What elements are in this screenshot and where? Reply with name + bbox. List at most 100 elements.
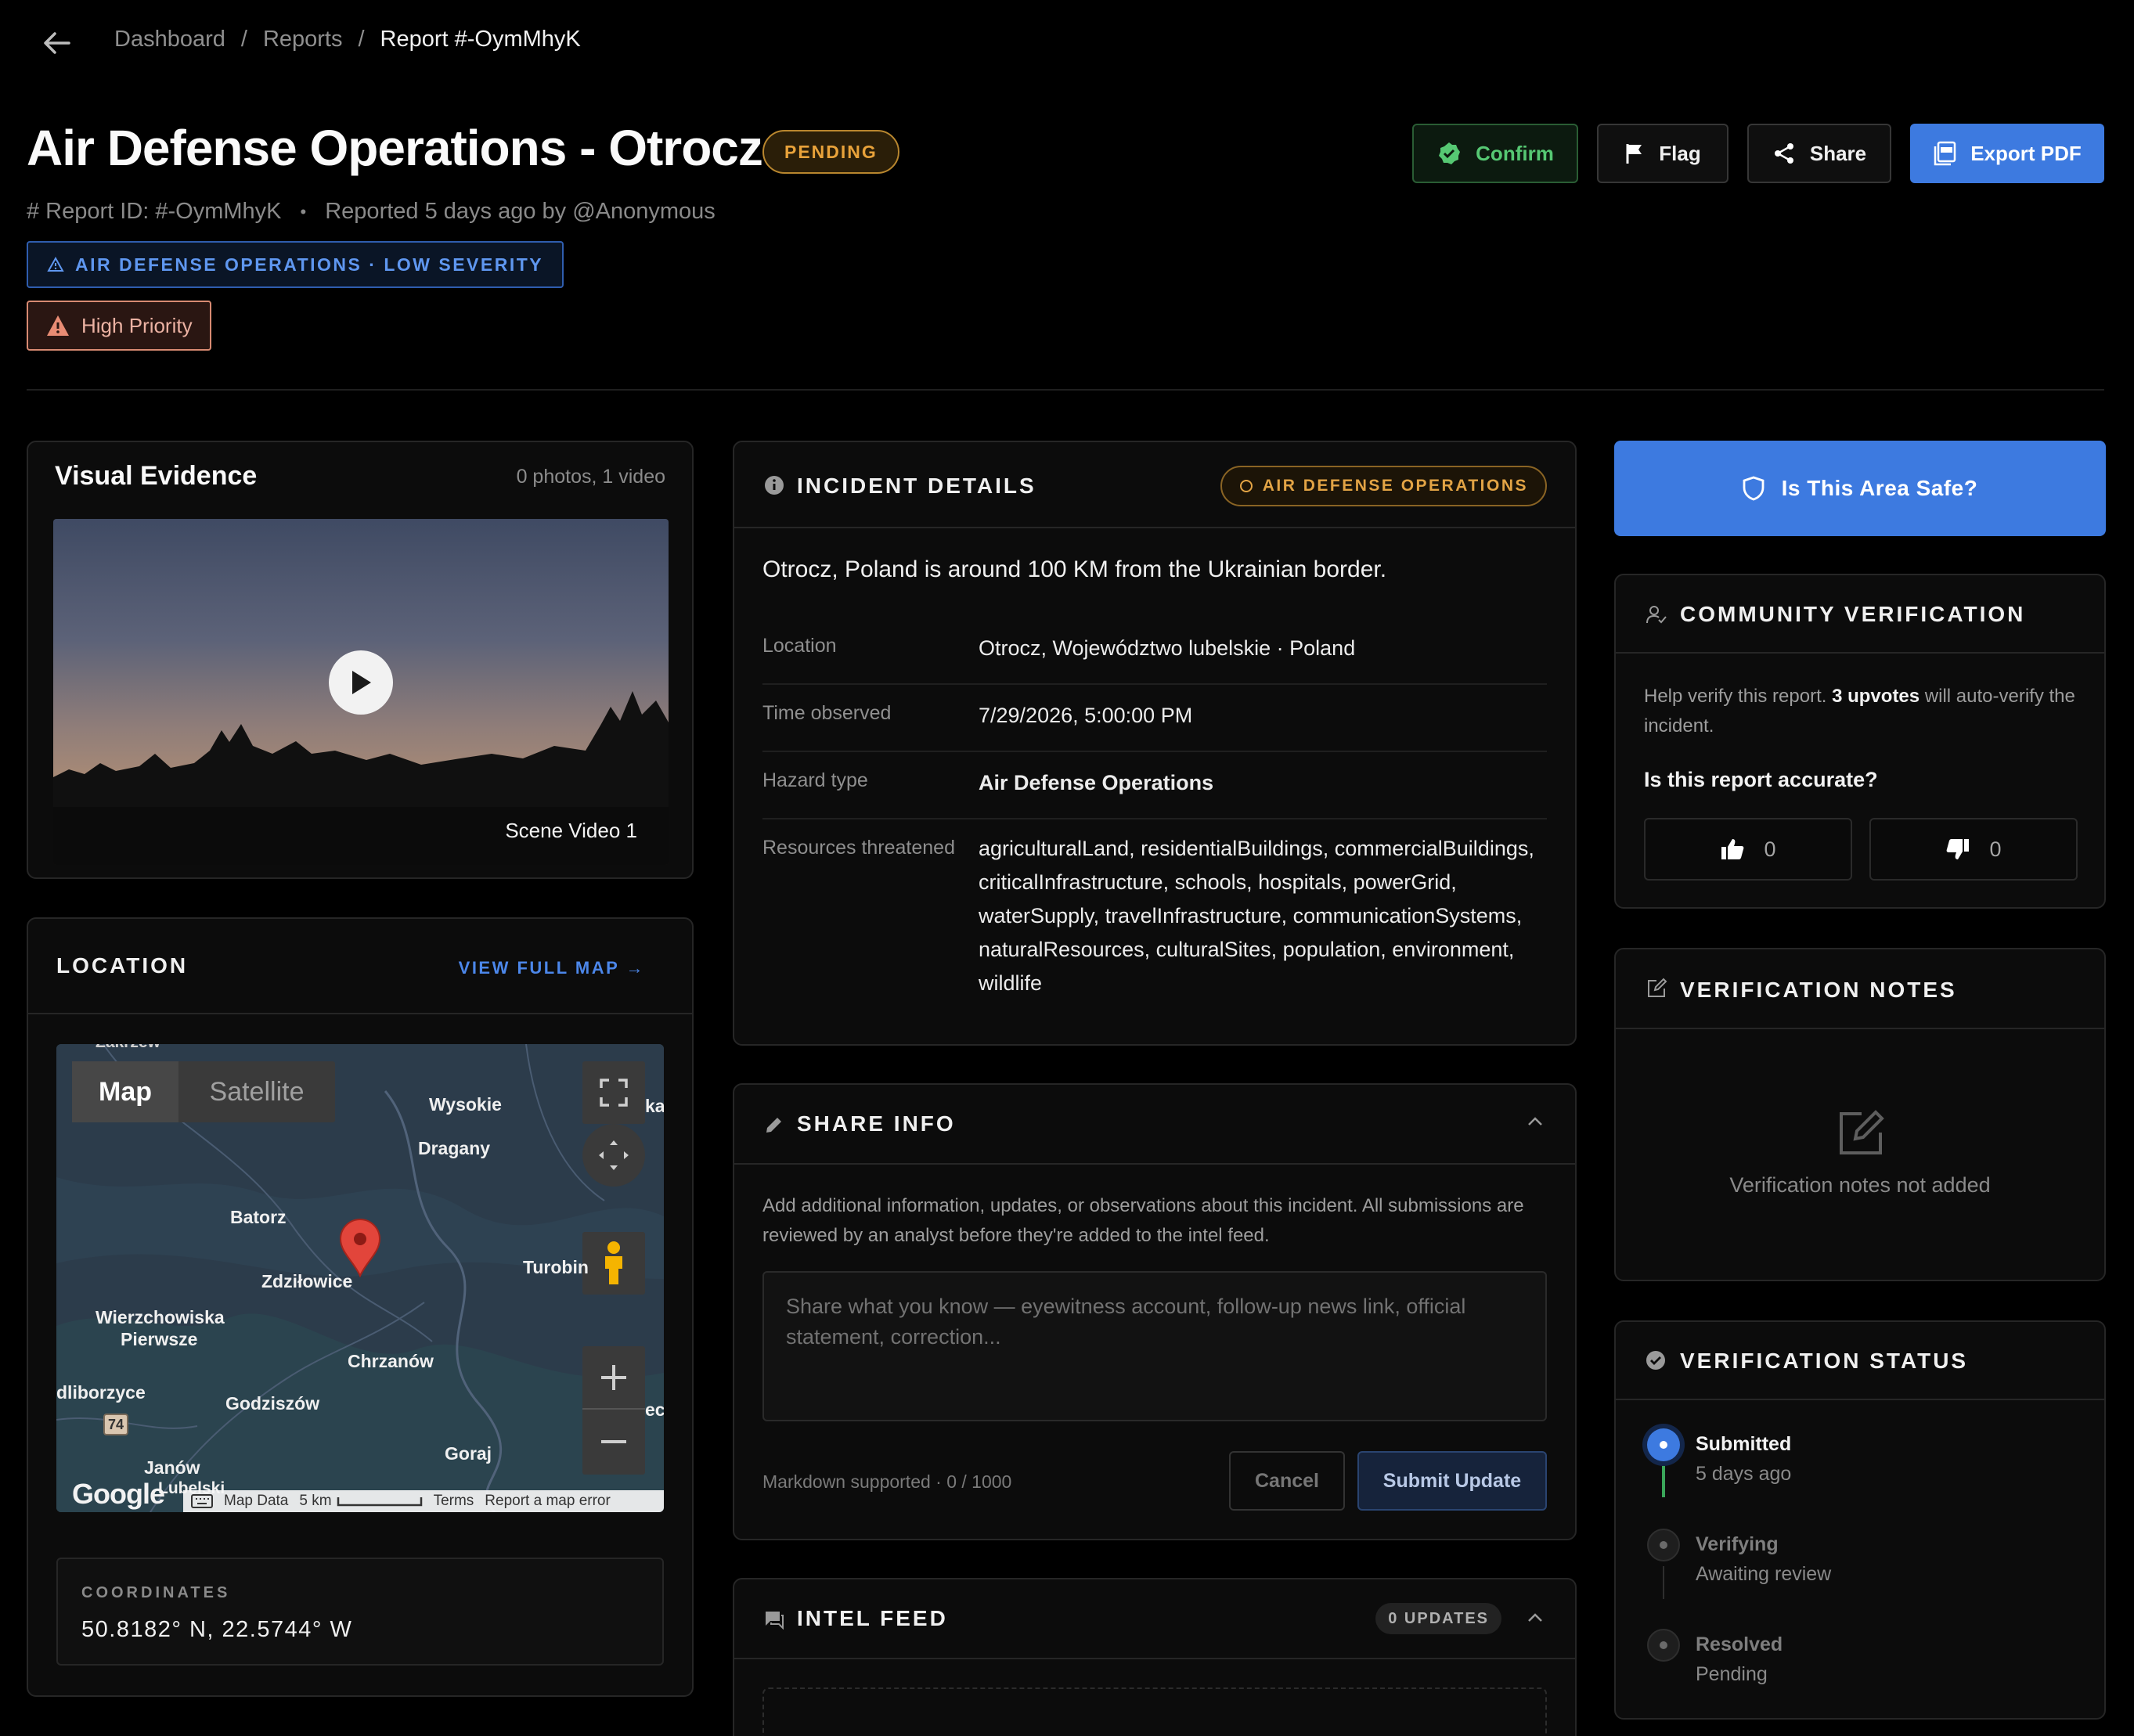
view-full-map-link[interactable]: VIEW FULL MAP → (459, 958, 645, 978)
terms-link[interactable]: Terms (434, 1493, 474, 1510)
edit-note-icon (1646, 978, 1667, 999)
media-count: 0 photos, 1 video (516, 466, 665, 488)
thumbs-up-icon (1721, 839, 1744, 859)
upvote-button[interactable]: 0 (1644, 818, 1852, 881)
verification-status-header: VERIFICATION STATUS (1616, 1322, 2104, 1400)
map-embed[interactable]: Map Satellite Zakrzew Wysokie ka (56, 1044, 664, 1512)
plus-icon (601, 1364, 626, 1390)
back-arrow-icon[interactable] (39, 25, 75, 61)
shield-icon (1743, 476, 1765, 501)
detail-row-resources: Resources threatened agriculturalLand, r… (762, 819, 1547, 1015)
detail-label: Hazard type (762, 769, 868, 791)
pegman-icon (605, 1241, 622, 1284)
map-label: ec (645, 1399, 664, 1420)
report-map-error-link[interactable]: Report a map error (485, 1493, 611, 1510)
share-info-header[interactable]: SHARE INFO (734, 1085, 1575, 1165)
category-tag: AIR DEFENSE OPERATIONS · LOW SEVERITY (27, 241, 564, 288)
info-icon (764, 475, 784, 495)
chevron-up-icon[interactable] (1527, 1612, 1544, 1623)
fullscreen-button[interactable] (582, 1061, 645, 1124)
pan-arrows-icon (599, 1140, 629, 1170)
map-label: Janów (144, 1457, 200, 1478)
street-view-pegman[interactable] (582, 1232, 645, 1295)
map-label: Godziszów (225, 1393, 320, 1414)
map-tab-satellite[interactable]: Satellite (178, 1061, 335, 1122)
chevron-up-icon[interactable] (1527, 1116, 1544, 1127)
share-icon (1772, 142, 1796, 165)
coordinates-box: COORDINATES 50.8182° N, 22.5744° W (56, 1558, 664, 1666)
map-pan-control[interactable] (582, 1124, 645, 1187)
accuracy-question: Is this report accurate? (1644, 768, 1878, 791)
intel-feed-header[interactable]: INTEL FEED 0 UPDATES (734, 1579, 1575, 1659)
status-badge: PENDING (762, 130, 899, 174)
verification-notes-empty: Verification notes not added (1729, 1173, 1991, 1197)
detail-label: Location (762, 635, 837, 657)
verification-notes-card: VERIFICATION NOTES Verification notes no… (1614, 948, 2106, 1281)
breadcrumb-reports[interactable]: Reports (263, 27, 343, 52)
detail-row-location: Location Otrocz, Województwo lubelskie ·… (762, 618, 1547, 685)
scale-bar (337, 1497, 422, 1507)
share-button[interactable]: Share (1747, 124, 1891, 183)
step-title: Verifying (1696, 1533, 1779, 1555)
visual-evidence-title: Visual Evidence (55, 461, 258, 491)
detail-value: Air Defense Operations (979, 771, 1214, 794)
category-tag-label: AIR DEFENSE OPERATIONS · LOW SEVERITY (75, 254, 544, 275)
incident-category-pill: AIR DEFENSE OPERATIONS (1220, 466, 1547, 506)
zoom-control (582, 1346, 645, 1475)
intel-feed-card: INTEL FEED 0 UPDATES (733, 1578, 1577, 1736)
pdf-file-icon (1933, 141, 1956, 166)
detail-value: Otrocz, Województwo lubelskie · Poland (979, 636, 1356, 660)
coordinates-value: 50.8182° N, 22.5744° W (81, 1617, 353, 1642)
community-verification-title: COMMUNITY VERIFICATION (1680, 602, 2026, 626)
map-label: ka (645, 1096, 664, 1116)
confirm-button[interactable]: Confirm (1412, 124, 1578, 183)
location-card: LOCATION VIEW FULL MAP → Map Satellite W… (27, 917, 694, 1697)
keyboard-icon[interactable] (191, 1494, 213, 1508)
circle-outline-icon (1239, 480, 1253, 492)
step-dot-submitted (1647, 1428, 1680, 1461)
export-pdf-button[interactable]: Export PDF (1910, 124, 2104, 183)
share-button-label: Share (1809, 141, 1867, 165)
check-circle-icon (1646, 1350, 1666, 1370)
play-icon (352, 671, 371, 694)
map-location-pin[interactable] (338, 1218, 382, 1277)
map-tab-map[interactable]: Map (72, 1061, 178, 1122)
flag-button[interactable]: Flag (1597, 124, 1728, 183)
step-dot-resolved (1647, 1629, 1680, 1662)
minus-icon (601, 1439, 626, 1443)
map-scale-label: 5 km (299, 1493, 332, 1509)
divider (27, 389, 2104, 391)
report-meta: # Report ID: #-OymMhyK • Reported 5 days… (27, 199, 716, 225)
incident-summary: Otrocz, Poland is around 100 KM from the… (762, 556, 1387, 582)
check-badge-icon (1436, 141, 1462, 166)
map-attribution-bar: Map Data 5 km Terms Report a map error (183, 1490, 664, 1512)
cancel-button[interactable]: Cancel (1229, 1451, 1345, 1511)
map-label: Batorz (230, 1207, 287, 1227)
detail-row-time: Time observed 7/29/2026, 5:00:00 PM (762, 685, 1547, 752)
breadcrumb-dashboard[interactable]: Dashboard (114, 27, 225, 52)
user-check-icon (1646, 603, 1667, 625)
location-title: LOCATION (56, 953, 189, 978)
share-info-title: SHARE INFO (797, 1111, 956, 1136)
map-data-link[interactable]: Map Data (224, 1493, 288, 1510)
map-label: Pierwsze (121, 1329, 198, 1349)
step-subtitle: Pending (1696, 1663, 1768, 1685)
play-button[interactable] (329, 650, 393, 715)
submit-update-button[interactable]: Submit Update (1357, 1451, 1547, 1511)
community-help-text: Help verify this report. 3 upvotes will … (1644, 682, 2076, 741)
export-pdf-label: Export PDF (1970, 141, 2082, 165)
share-info-textarea[interactable] (762, 1271, 1547, 1421)
detail-label: Time observed (762, 702, 892, 724)
google-logo: Google (72, 1478, 165, 1510)
incident-details-card: INCIDENT DETAILS AIR DEFENSE OPERATIONS … (733, 441, 1577, 1046)
help-bold: 3 upvotes (1832, 686, 1920, 707)
video-thumbnail[interactable]: Scene Video 1 (53, 519, 669, 865)
detail-label: Resources threatened (762, 837, 955, 859)
zoom-out-button[interactable] (582, 1410, 645, 1473)
zoom-in-button[interactable] (582, 1346, 645, 1410)
step-title: Resolved (1696, 1633, 1783, 1655)
flag-icon (1624, 142, 1645, 164)
is-area-safe-button[interactable]: Is This Area Safe? (1614, 441, 2106, 536)
downvote-button[interactable]: 0 (1869, 818, 2078, 881)
priority-badge: High Priority (27, 301, 211, 351)
